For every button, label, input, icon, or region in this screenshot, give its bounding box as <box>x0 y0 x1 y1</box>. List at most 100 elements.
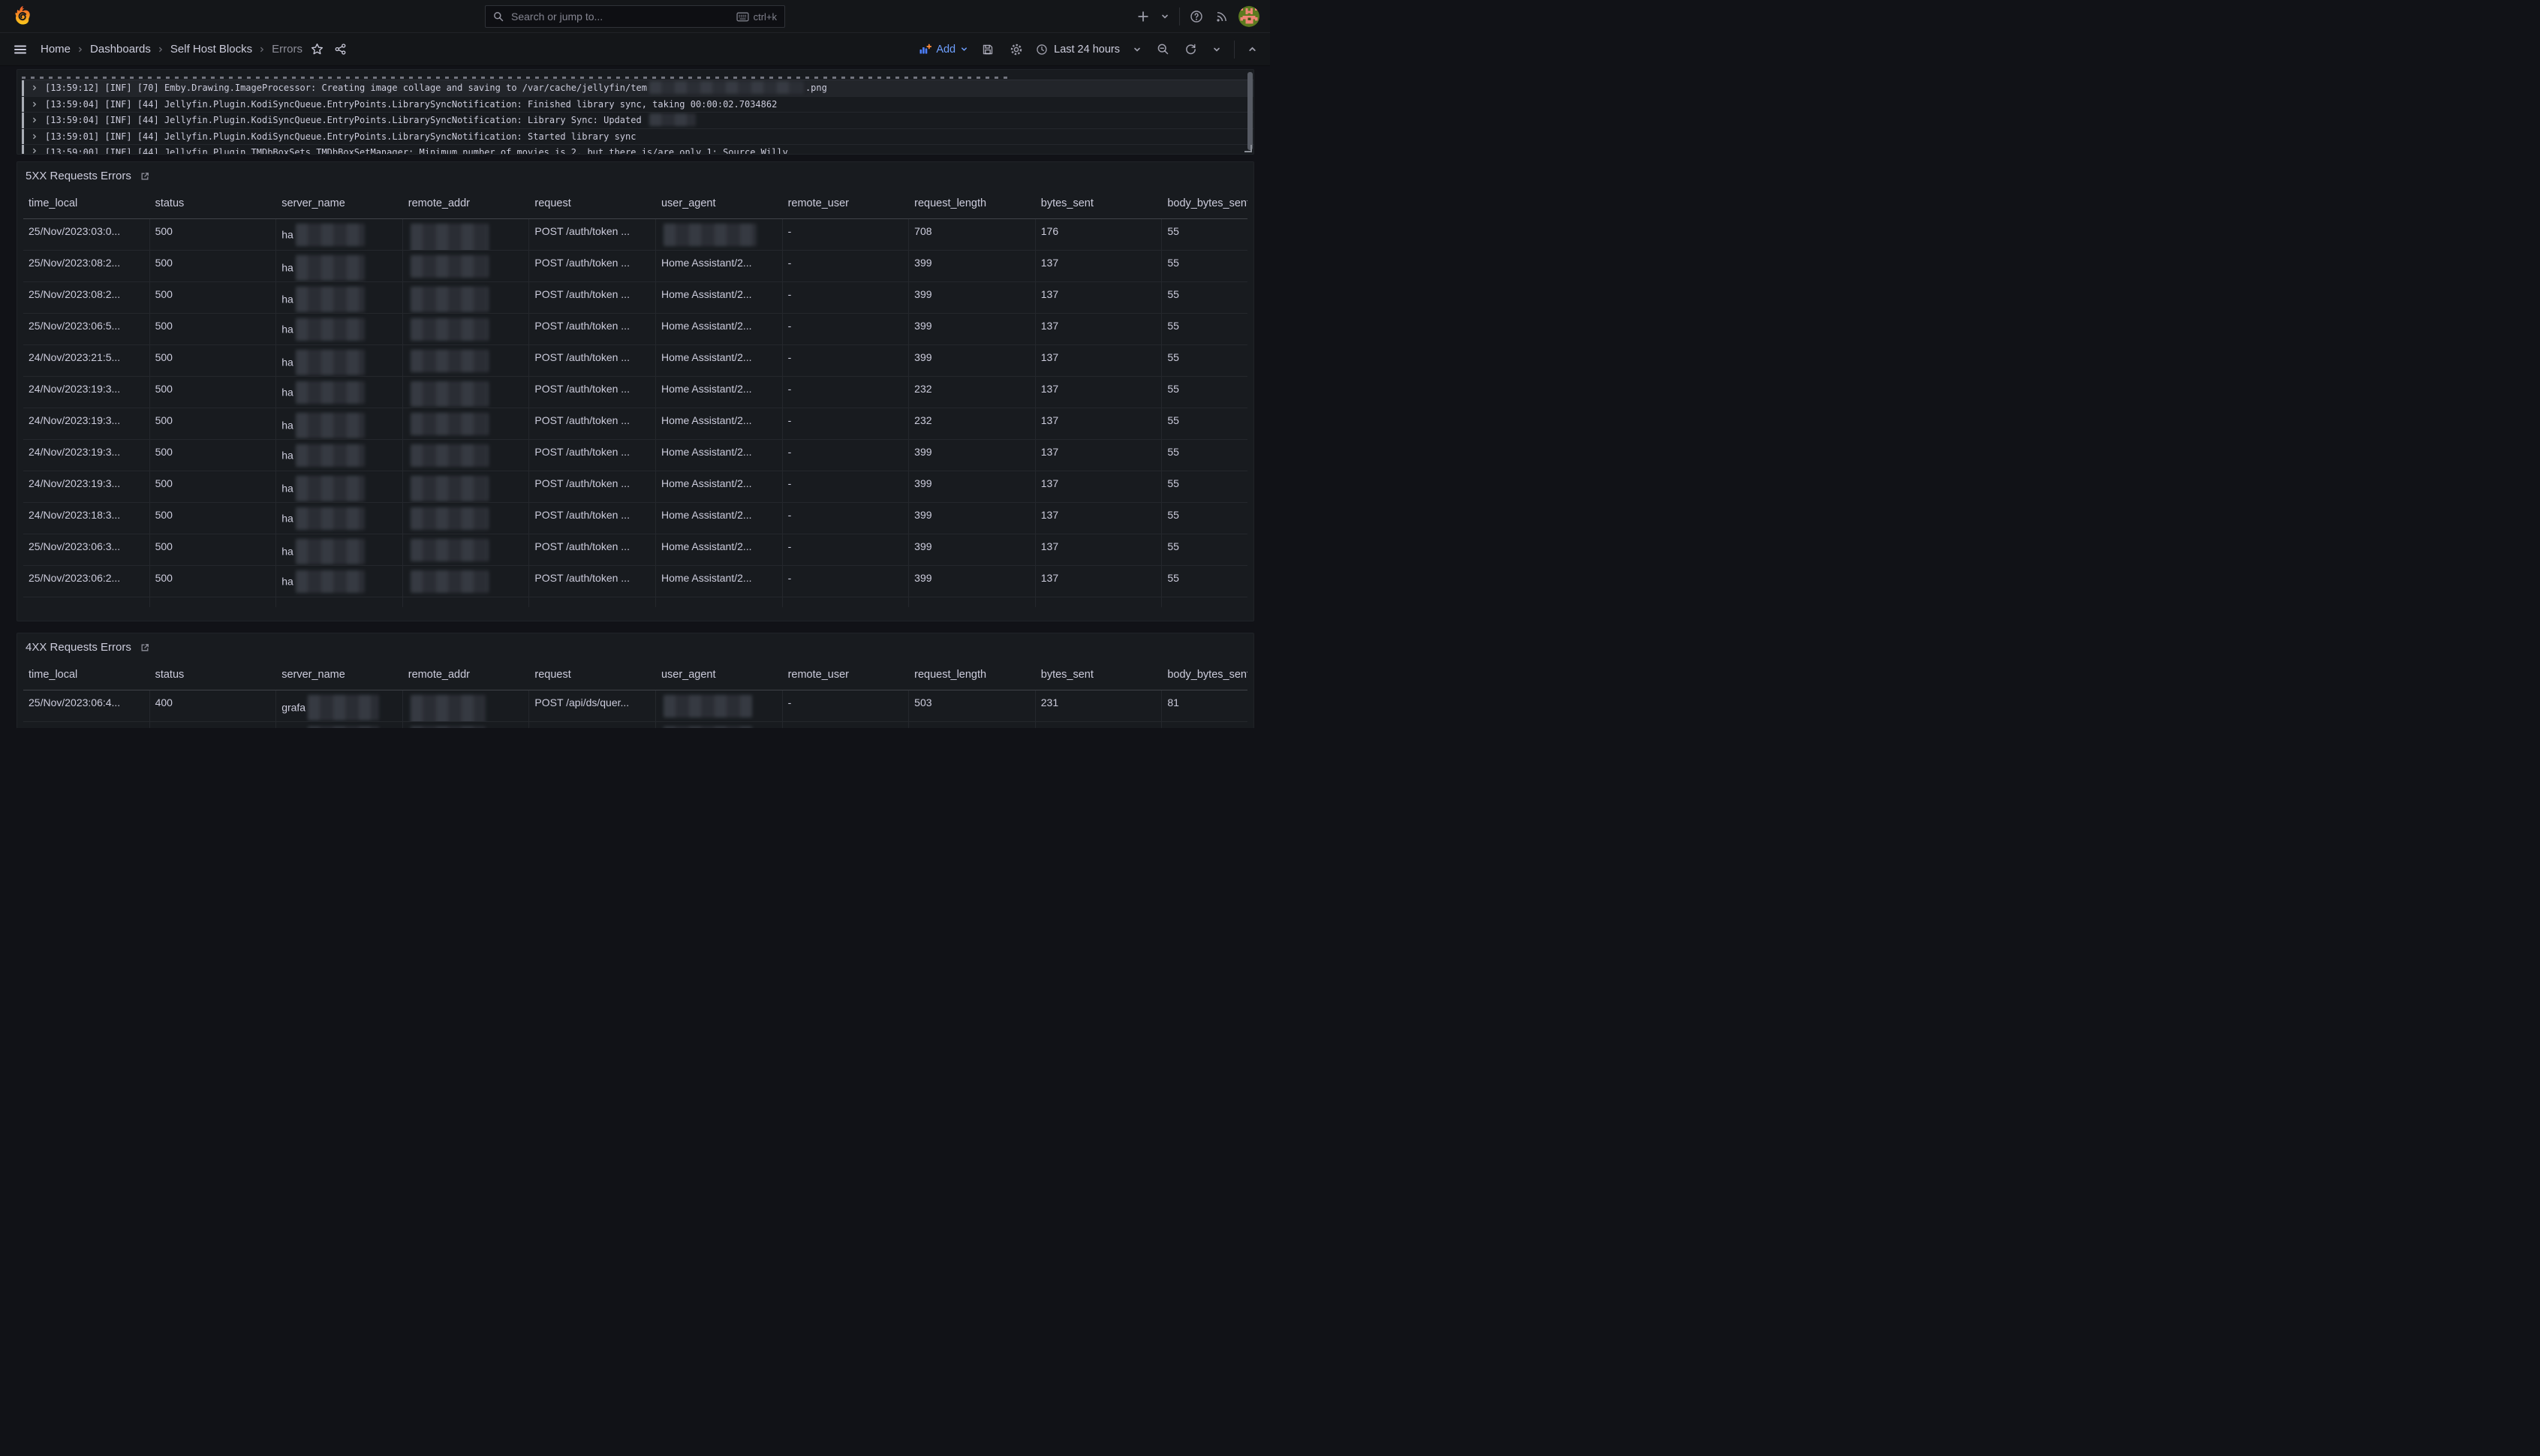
column-header-status[interactable]: status <box>150 661 277 690</box>
expand-chevron-right-icon[interactable] <box>31 129 38 145</box>
column-header-request[interactable]: request <box>529 661 656 690</box>
divider <box>1234 41 1235 59</box>
table-cell <box>403 345 530 376</box>
breadcrumb-item-home[interactable]: Home <box>41 43 71 56</box>
new-button[interactable] <box>1136 9 1151 24</box>
table-cell: POST /auth/token ... <box>529 534 656 565</box>
breadcrumb-item-dashboards[interactable]: Dashboards <box>90 43 151 56</box>
dashboard-scroll-area[interactable]: [13:59:12] [INF] [70] Emby.Drawing.Image… <box>0 66 1270 728</box>
redacted-text <box>411 726 486 728</box>
column-header-request[interactable]: request <box>529 190 656 218</box>
news-rss-icon[interactable] <box>1213 8 1231 26</box>
log-row[interactable]: [13:59:12] [INF] [70] Emby.Drawing.Image… <box>22 80 1253 96</box>
redacted-text <box>296 444 365 467</box>
column-header-body_bytes_sent[interactable]: body_bytes_sent <box>1162 190 1247 218</box>
redacted-text <box>649 81 803 94</box>
log-row[interactable] <box>22 70 1253 80</box>
external-link-icon[interactable] <box>140 642 150 653</box>
table-cell: 55 <box>1162 219 1247 250</box>
column-header-bytes_sent[interactable]: bytes_sent <box>1036 661 1163 690</box>
log-row[interactable]: [13:59:04] [INF] [44] Jellyfin.Plugin.Ko… <box>22 112 1253 128</box>
refresh-icon[interactable] <box>1182 41 1199 58</box>
column-header-remote_addr[interactable]: remote_addr <box>403 190 530 218</box>
keyboard-icon <box>736 12 749 22</box>
table-cell <box>403 440 530 471</box>
topnav-right <box>1136 6 1259 27</box>
panel-header[interactable]: 5XX Requests Errors <box>23 166 1247 190</box>
add-chart-icon <box>919 44 931 55</box>
table-cell: POST /auth/token ... <box>529 219 656 250</box>
table-cell: 232 <box>909 377 1036 408</box>
column-header-request_length[interactable]: request_length <box>909 661 1036 690</box>
table-cell: Home Assistant/2... <box>656 440 783 471</box>
table-cell: 400 <box>150 690 277 721</box>
panel-title: 5XX Requests Errors <box>26 170 131 182</box>
table-cell: 399 <box>909 566 1036 597</box>
expand-chevron-right-icon[interactable] <box>31 80 38 96</box>
zoom-out-icon[interactable] <box>1154 41 1172 58</box>
table-cell: Home Assistant/2... <box>656 251 783 281</box>
redacted-text <box>296 413 365 438</box>
redacted-text <box>411 507 489 530</box>
share-icon[interactable] <box>332 41 349 58</box>
table-cell: 24/Nov/2023:19:3... <box>23 408 150 439</box>
menu-hamburger-icon[interactable] <box>11 40 30 59</box>
log-row[interactable]: [13:59:01] [INF] [44] Jellyfin.Plugin.Ko… <box>22 128 1253 145</box>
column-header-server_name[interactable]: server_name <box>276 190 403 218</box>
column-header-request_length[interactable]: request_length <box>909 190 1036 218</box>
table-cell: 55 <box>1162 566 1247 597</box>
column-header-remote_user[interactable]: remote_user <box>783 190 910 218</box>
table-cell: 399 <box>909 503 1036 534</box>
redacted-text <box>664 695 752 717</box>
help-icon[interactable] <box>1187 8 1205 26</box>
column-header-status[interactable]: status <box>150 190 277 218</box>
column-header-body_bytes_sent[interactable]: body_bytes_sent <box>1162 661 1247 690</box>
settings-gear-icon[interactable] <box>1007 41 1025 59</box>
table-cell: ha <box>276 408 403 439</box>
log-row[interactable]: [13:59:00] [INF] [44] Jellyfin.Plugin.TM… <box>22 144 1253 155</box>
table-row: 24/Nov/2023:21:5...500haPOST /auth/token… <box>23 344 1247 376</box>
table-cell: 55 <box>1162 282 1247 313</box>
time-range-picker[interactable]: Last 24 hours <box>1036 44 1120 56</box>
log-message: [13:59:04] [INF] [44] Jellyfin.Plugin.Ko… <box>45 97 777 113</box>
new-chevron-down-icon[interactable] <box>1158 10 1172 23</box>
add-panel-button[interactable]: Add <box>919 44 968 56</box>
expand-chevron-right-icon[interactable] <box>31 113 38 128</box>
column-header-time_local[interactable]: time_local <box>23 190 150 218</box>
column-header-server_name[interactable]: server_name <box>276 661 403 690</box>
refresh-interval-chevron-down-icon[interactable] <box>1210 43 1223 56</box>
panel-resize-handle[interactable] <box>1244 145 1252 152</box>
table-cell: 500 <box>150 219 277 250</box>
column-header-time_local[interactable]: time_local <box>23 661 150 690</box>
column-header-remote_user[interactable]: remote_user <box>783 661 910 690</box>
table-cell <box>403 408 530 439</box>
save-dashboard-button[interactable] <box>979 41 997 59</box>
table-cell <box>276 597 403 607</box>
panel-header[interactable]: 4XX Requests Errors <box>23 637 1247 661</box>
expand-chevron-right-icon[interactable] <box>31 145 38 155</box>
user-avatar[interactable] <box>1238 6 1259 27</box>
redacted-text <box>296 318 365 341</box>
breadcrumb-item-self-host-blocks[interactable]: Self Host Blocks <box>170 43 252 56</box>
expand-chevron-right-icon[interactable] <box>31 97 38 113</box>
log-message: [13:59:00] [INF] [44] Jellyfin.Plugin.TM… <box>45 145 788 155</box>
column-header-user_agent[interactable]: user_agent <box>656 661 783 690</box>
grafana-logo[interactable] <box>14 6 32 26</box>
search-input[interactable] <box>510 10 730 23</box>
redacted-text <box>411 255 489 278</box>
favorite-star-icon[interactable] <box>308 41 326 58</box>
table-cell: Home Assistant/2... <box>656 345 783 376</box>
column-header-user_agent[interactable]: user_agent <box>656 190 783 218</box>
table-cell: POST /auth/token ... <box>529 408 656 439</box>
search-box[interactable]: ctrl+k <box>485 5 785 28</box>
collapse-toolbar-caret-up-icon[interactable] <box>1245 42 1259 56</box>
add-label: Add <box>936 44 956 56</box>
external-link-icon[interactable] <box>140 171 150 182</box>
log-row[interactable]: [13:59:04] [INF] [44] Jellyfin.Plugin.Ko… <box>22 96 1253 113</box>
table-cell: 231 <box>1036 690 1163 721</box>
logs-scrollbar[interactable] <box>1247 72 1253 150</box>
table-cell: 25/Nov/2023:03:0... <box>23 219 150 250</box>
time-range-chevron-down-icon[interactable] <box>1130 43 1144 56</box>
column-header-bytes_sent[interactable]: bytes_sent <box>1036 190 1163 218</box>
column-header-remote_addr[interactable]: remote_addr <box>403 661 530 690</box>
